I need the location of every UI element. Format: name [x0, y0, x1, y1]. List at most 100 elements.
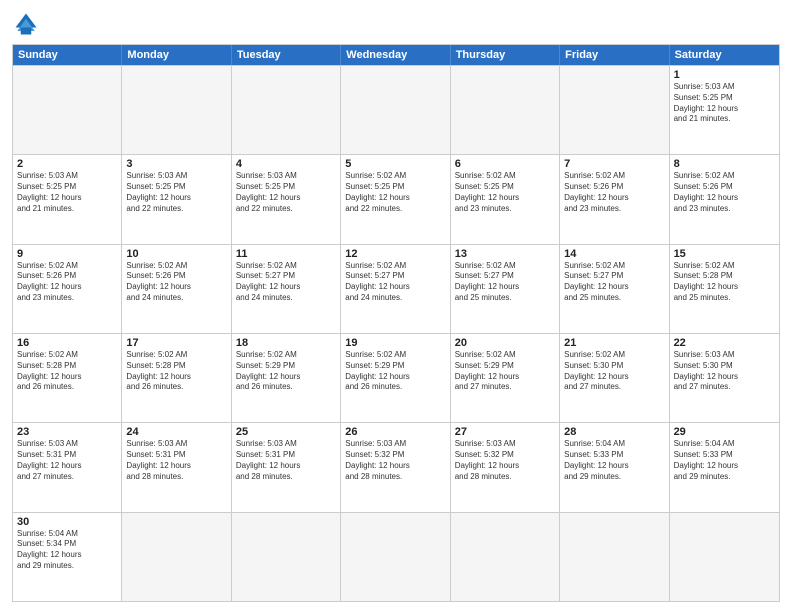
calendar-cell	[122, 66, 231, 154]
day-info: Sunrise: 5:03 AM Sunset: 5:25 PM Dayligh…	[236, 171, 336, 214]
day-info: Sunrise: 5:02 AM Sunset: 5:25 PM Dayligh…	[345, 171, 445, 214]
day-number: 29	[674, 426, 775, 438]
day-number: 26	[345, 426, 445, 438]
day-info: Sunrise: 5:03 AM Sunset: 5:30 PM Dayligh…	[674, 350, 775, 393]
day-number: 23	[17, 426, 117, 438]
weekday-header: Monday	[122, 45, 231, 65]
day-info: Sunrise: 5:02 AM Sunset: 5:28 PM Dayligh…	[17, 350, 117, 393]
calendar-row: 16Sunrise: 5:02 AM Sunset: 5:28 PM Dayli…	[13, 333, 779, 422]
calendar-cell: 27Sunrise: 5:03 AM Sunset: 5:32 PM Dayli…	[451, 423, 560, 511]
calendar-cell: 25Sunrise: 5:03 AM Sunset: 5:31 PM Dayli…	[232, 423, 341, 511]
calendar-cell	[670, 513, 779, 601]
calendar-cell	[232, 513, 341, 601]
calendar-cell: 14Sunrise: 5:02 AM Sunset: 5:27 PM Dayli…	[560, 245, 669, 333]
calendar-cell: 28Sunrise: 5:04 AM Sunset: 5:33 PM Dayli…	[560, 423, 669, 511]
page: SundayMondayTuesdayWednesdayThursdayFrid…	[0, 0, 792, 612]
day-number: 15	[674, 248, 775, 260]
calendar-cell	[13, 66, 122, 154]
day-number: 27	[455, 426, 555, 438]
day-info: Sunrise: 5:03 AM Sunset: 5:31 PM Dayligh…	[17, 439, 117, 482]
day-info: Sunrise: 5:02 AM Sunset: 5:27 PM Dayligh…	[236, 261, 336, 304]
day-info: Sunrise: 5:04 AM Sunset: 5:33 PM Dayligh…	[674, 439, 775, 482]
day-number: 24	[126, 426, 226, 438]
day-number: 16	[17, 337, 117, 349]
calendar-cell: 4Sunrise: 5:03 AM Sunset: 5:25 PM Daylig…	[232, 155, 341, 243]
weekday-header: Friday	[560, 45, 669, 65]
calendar: SundayMondayTuesdayWednesdayThursdayFrid…	[12, 44, 780, 602]
calendar-cell	[341, 66, 450, 154]
day-info: Sunrise: 5:02 AM Sunset: 5:27 PM Dayligh…	[455, 261, 555, 304]
calendar-cell: 3Sunrise: 5:03 AM Sunset: 5:25 PM Daylig…	[122, 155, 231, 243]
calendar-cell: 10Sunrise: 5:02 AM Sunset: 5:26 PM Dayli…	[122, 245, 231, 333]
calendar-row: 9Sunrise: 5:02 AM Sunset: 5:26 PM Daylig…	[13, 244, 779, 333]
calendar-cell: 2Sunrise: 5:03 AM Sunset: 5:25 PM Daylig…	[13, 155, 122, 243]
calendar-cell: 9Sunrise: 5:02 AM Sunset: 5:26 PM Daylig…	[13, 245, 122, 333]
day-info: Sunrise: 5:02 AM Sunset: 5:26 PM Dayligh…	[17, 261, 117, 304]
day-info: Sunrise: 5:02 AM Sunset: 5:28 PM Dayligh…	[674, 261, 775, 304]
day-number: 2	[17, 158, 117, 170]
calendar-cell: 29Sunrise: 5:04 AM Sunset: 5:33 PM Dayli…	[670, 423, 779, 511]
day-number: 28	[564, 426, 664, 438]
calendar-cell: 11Sunrise: 5:02 AM Sunset: 5:27 PM Dayli…	[232, 245, 341, 333]
day-info: Sunrise: 5:02 AM Sunset: 5:26 PM Dayligh…	[674, 171, 775, 214]
calendar-cell: 6Sunrise: 5:02 AM Sunset: 5:25 PM Daylig…	[451, 155, 560, 243]
day-number: 11	[236, 248, 336, 260]
day-info: Sunrise: 5:02 AM Sunset: 5:28 PM Dayligh…	[126, 350, 226, 393]
day-number: 5	[345, 158, 445, 170]
calendar-cell: 1Sunrise: 5:03 AM Sunset: 5:25 PM Daylig…	[670, 66, 779, 154]
day-number: 4	[236, 158, 336, 170]
calendar-cell: 16Sunrise: 5:02 AM Sunset: 5:28 PM Dayli…	[13, 334, 122, 422]
calendar-cell	[341, 513, 450, 601]
day-info: Sunrise: 5:04 AM Sunset: 5:33 PM Dayligh…	[564, 439, 664, 482]
calendar-cell: 22Sunrise: 5:03 AM Sunset: 5:30 PM Dayli…	[670, 334, 779, 422]
day-number: 18	[236, 337, 336, 349]
day-number: 21	[564, 337, 664, 349]
day-number: 9	[17, 248, 117, 260]
day-info: Sunrise: 5:03 AM Sunset: 5:32 PM Dayligh…	[455, 439, 555, 482]
day-info: Sunrise: 5:03 AM Sunset: 5:32 PM Dayligh…	[345, 439, 445, 482]
logo	[12, 10, 44, 38]
day-number: 1	[674, 69, 775, 81]
day-number: 3	[126, 158, 226, 170]
calendar-cell: 24Sunrise: 5:03 AM Sunset: 5:31 PM Dayli…	[122, 423, 231, 511]
day-number: 19	[345, 337, 445, 349]
calendar-cell: 12Sunrise: 5:02 AM Sunset: 5:27 PM Dayli…	[341, 245, 450, 333]
calendar-row: 23Sunrise: 5:03 AM Sunset: 5:31 PM Dayli…	[13, 422, 779, 511]
day-number: 22	[674, 337, 775, 349]
day-info: Sunrise: 5:02 AM Sunset: 5:27 PM Dayligh…	[345, 261, 445, 304]
day-number: 25	[236, 426, 336, 438]
day-number: 14	[564, 248, 664, 260]
day-number: 6	[455, 158, 555, 170]
weekday-header: Tuesday	[232, 45, 341, 65]
calendar-cell: 26Sunrise: 5:03 AM Sunset: 5:32 PM Dayli…	[341, 423, 450, 511]
calendar-row: 1Sunrise: 5:03 AM Sunset: 5:25 PM Daylig…	[13, 65, 779, 154]
day-info: Sunrise: 5:02 AM Sunset: 5:26 PM Dayligh…	[126, 261, 226, 304]
calendar-body: 1Sunrise: 5:03 AM Sunset: 5:25 PM Daylig…	[13, 65, 779, 601]
calendar-cell: 18Sunrise: 5:02 AM Sunset: 5:29 PM Dayli…	[232, 334, 341, 422]
calendar-cell: 21Sunrise: 5:02 AM Sunset: 5:30 PM Dayli…	[560, 334, 669, 422]
weekday-header: Saturday	[670, 45, 779, 65]
calendar-cell: 7Sunrise: 5:02 AM Sunset: 5:26 PM Daylig…	[560, 155, 669, 243]
day-info: Sunrise: 5:02 AM Sunset: 5:29 PM Dayligh…	[236, 350, 336, 393]
calendar-row: 30Sunrise: 5:04 AM Sunset: 5:34 PM Dayli…	[13, 512, 779, 601]
day-info: Sunrise: 5:03 AM Sunset: 5:25 PM Dayligh…	[674, 82, 775, 125]
day-info: Sunrise: 5:02 AM Sunset: 5:26 PM Dayligh…	[564, 171, 664, 214]
calendar-cell: 20Sunrise: 5:02 AM Sunset: 5:29 PM Dayli…	[451, 334, 560, 422]
day-number: 30	[17, 516, 117, 528]
calendar-cell: 13Sunrise: 5:02 AM Sunset: 5:27 PM Dayli…	[451, 245, 560, 333]
calendar-cell: 23Sunrise: 5:03 AM Sunset: 5:31 PM Dayli…	[13, 423, 122, 511]
calendar-cell: 15Sunrise: 5:02 AM Sunset: 5:28 PM Dayli…	[670, 245, 779, 333]
calendar-header: SundayMondayTuesdayWednesdayThursdayFrid…	[13, 45, 779, 65]
day-info: Sunrise: 5:03 AM Sunset: 5:31 PM Dayligh…	[126, 439, 226, 482]
weekday-header: Sunday	[13, 45, 122, 65]
day-number: 20	[455, 337, 555, 349]
day-info: Sunrise: 5:02 AM Sunset: 5:25 PM Dayligh…	[455, 171, 555, 214]
weekday-header: Wednesday	[341, 45, 450, 65]
calendar-cell	[451, 66, 560, 154]
calendar-cell: 19Sunrise: 5:02 AM Sunset: 5:29 PM Dayli…	[341, 334, 450, 422]
day-number: 10	[126, 248, 226, 260]
day-number: 7	[564, 158, 664, 170]
day-number: 12	[345, 248, 445, 260]
day-info: Sunrise: 5:02 AM Sunset: 5:30 PM Dayligh…	[564, 350, 664, 393]
calendar-cell	[560, 66, 669, 154]
